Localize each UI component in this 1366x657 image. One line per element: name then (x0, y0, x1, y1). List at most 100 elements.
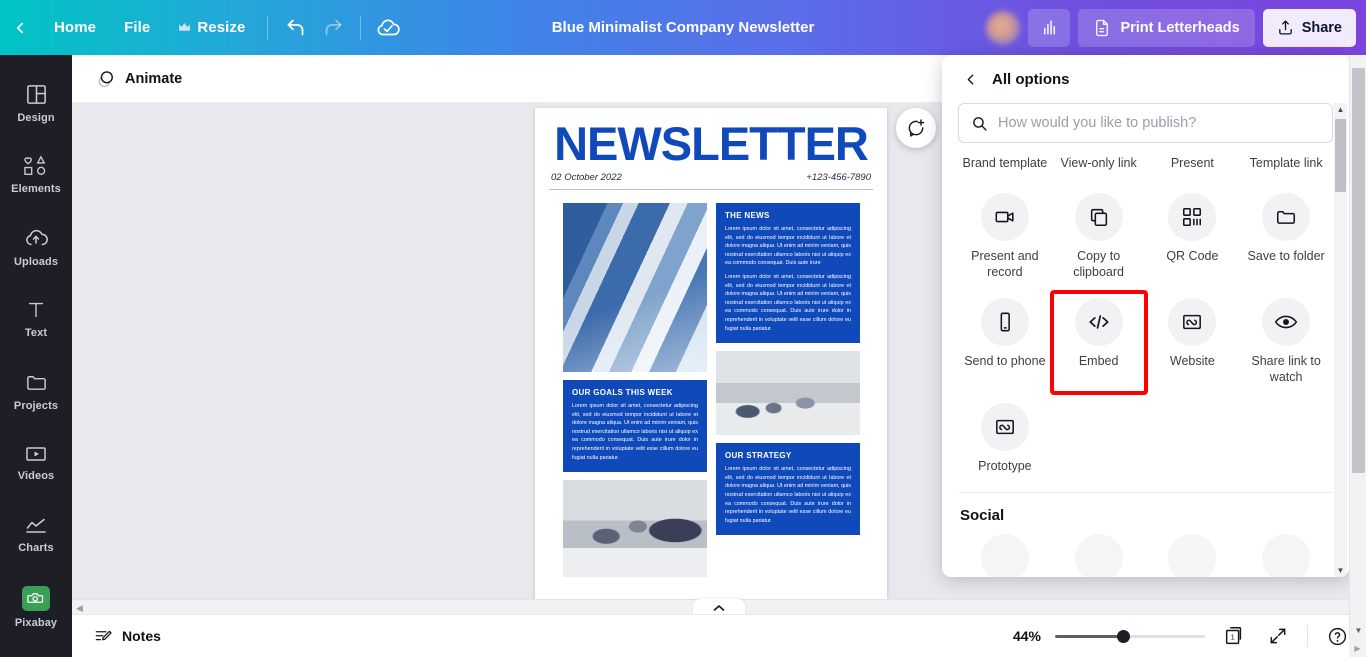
social-option-3[interactable] (1168, 534, 1217, 577)
mobile-phone-icon (1000, 312, 1010, 332)
animate-circles-icon (98, 70, 113, 87)
option-website[interactable]: Website (1146, 292, 1240, 393)
animate-label: Animate (125, 70, 183, 87)
newsletter-meta: 02 October 2022 +123-456-7890 (549, 172, 873, 183)
fullscreen-button[interactable] (1263, 621, 1293, 651)
add-comment-button[interactable] (896, 108, 936, 148)
option-present[interactable]: Present (1146, 155, 1240, 179)
sidebar-item-charts[interactable]: Charts (4, 501, 68, 569)
section-the-news-paragraph-2: Lorem ipsum dolor sit amet, consectetur … (725, 273, 851, 332)
sidebar-item-uploads[interactable]: Uploads (4, 213, 68, 281)
share-panel-scroll-thumb[interactable] (1335, 119, 1346, 192)
sidebar-item-videos[interactable]: Videos (4, 429, 68, 497)
sidebar-item-projects[interactable]: Projects (4, 357, 68, 425)
cloud-saved-button[interactable] (369, 9, 407, 47)
share-panel-scroll-up-arrow[interactable]: ▲ (1334, 103, 1347, 116)
section-the-news[interactable]: THE NEWS Lorem ipsum dolor sit amet, con… (716, 203, 860, 344)
partial-options-row: Brand template View-only link Present Te… (958, 155, 1333, 179)
scroll-left-arrow-icon[interactable]: ◀ (76, 603, 83, 614)
share-search-box[interactable] (958, 103, 1333, 143)
newsletter-page[interactable]: NEWSLETTER 02 October 2022 +123-456-7890… (535, 108, 887, 602)
share-panel-title: All options (992, 70, 1070, 88)
social-option-4[interactable] (1262, 534, 1311, 577)
share-panel-scroll-down-arrow[interactable]: ▼ (1334, 564, 1347, 577)
search-input[interactable] (998, 115, 1320, 131)
pixabay-camera-icon (22, 585, 50, 611)
share-panel-header: All options (942, 55, 1349, 103)
option-template-link[interactable]: Template link (1239, 155, 1333, 179)
home-button[interactable]: Home (40, 10, 110, 46)
avatar[interactable] (986, 10, 1021, 45)
option-website-label: Website (1169, 354, 1215, 368)
option-copy-to-clipboard-icon-wrap (1074, 193, 1123, 241)
print-letterheads-button[interactable]: Print Letterheads (1078, 8, 1255, 47)
top-toolbar: Home File Resize Blue Minimalist Company… (0, 0, 1366, 55)
section-our-goals[interactable]: OUR GOALS THIS WEEK Lorem ipsum dolor si… (563, 380, 707, 473)
glass-office-tower-photo[interactable] (563, 203, 707, 372)
option-website-icon-wrap (1168, 298, 1217, 346)
social-option-1[interactable] (980, 534, 1029, 577)
share-search-wrapper (942, 103, 1349, 155)
animate-button[interactable]: Animate (86, 62, 192, 96)
share-options-scroll-area[interactable]: Brand template View-only link Present Te… (942, 155, 1349, 577)
social-section-title: Social (960, 507, 1005, 524)
document-icon (1096, 19, 1109, 36)
option-view-only-link[interactable]: View-only link (1052, 155, 1146, 179)
share-panel-scrollbar[interactable]: ▲ ▼ (1334, 103, 1347, 577)
bottom-divider (1307, 625, 1308, 647)
option-save-to-folder-label: Save to folder (1247, 249, 1325, 263)
team-meeting-presentation-photo[interactable] (563, 480, 707, 578)
website-icon (1183, 314, 1202, 330)
window-vertical-scrollbar[interactable]: ▼ (1349, 55, 1366, 657)
insights-button[interactable] (1028, 8, 1071, 47)
print-letterheads-label: Print Letterheads (1120, 19, 1240, 36)
newsletter-right-column: THE NEWS Lorem ipsum dolor sit amet, con… (716, 203, 860, 577)
top-toolbar-right-group: Print Letterheads Share (986, 8, 1366, 47)
home-label: Home (54, 19, 97, 36)
zoom-slider-handle[interactable] (1117, 629, 1130, 643)
window-scroll-down-arrow[interactable]: ▼ (1350, 622, 1366, 639)
chevron-left-icon (16, 22, 24, 33)
cloud-upload-icon (26, 229, 48, 246)
resize-button[interactable]: Resize (164, 10, 259, 46)
zoom-slider-fill (1055, 634, 1123, 638)
file-menu-button[interactable]: File (110, 10, 164, 46)
share-button[interactable]: Share (1262, 8, 1356, 47)
help-button[interactable] (1322, 621, 1352, 651)
option-qr-code-label: QR Code (1166, 249, 1219, 263)
option-prototype[interactable]: Prototype (958, 397, 1052, 482)
section-our-strategy-heading: OUR STRATEGY (725, 451, 792, 461)
option-present-and-record[interactable]: Present and record (958, 187, 1052, 288)
svg-text:1: 1 (1231, 633, 1235, 642)
window-scroll-thumb[interactable] (1352, 68, 1365, 473)
social-option-2[interactable] (1074, 534, 1123, 577)
cloud-saved-icon (378, 19, 401, 35)
share-panel-back-button[interactable] (956, 65, 984, 93)
option-send-to-phone[interactable]: Send to phone (958, 292, 1052, 393)
sidebar-item-pixabay[interactable]: Pixabay (4, 573, 68, 641)
sidebar-item-text[interactable]: Text (4, 285, 68, 353)
zoom-slider[interactable] (1055, 628, 1205, 644)
sidebar-item-design[interactable]: Design (4, 69, 68, 137)
notes-button[interactable]: Notes (86, 620, 169, 652)
option-share-link-to-watch-icon-wrap (1262, 298, 1311, 346)
sidebar-item-elements[interactable]: Elements (4, 141, 68, 209)
upload-arrow-icon (1278, 20, 1292, 35)
option-save-to-folder[interactable]: Save to folder (1239, 187, 1333, 288)
redo-button[interactable] (314, 9, 352, 47)
option-copy-to-clipboard[interactable]: Copy to clipboard (1052, 187, 1146, 288)
left-sidebar: Design Elements Uploads Text Projects Vi… (0, 55, 72, 657)
team-standing-office-photo[interactable] (716, 351, 860, 436)
option-share-link-to-watch[interactable]: Share link to watch (1239, 292, 1333, 393)
undo-button[interactable] (276, 9, 314, 47)
sidebar-item-design-label: Design (17, 111, 55, 124)
back-button[interactable] (0, 0, 40, 55)
layout-grid-icon (26, 84, 46, 104)
copy-icon (1090, 208, 1107, 227)
page-manager-button[interactable]: 1 (1219, 621, 1249, 651)
option-qr-code[interactable]: QR Code (1146, 187, 1240, 288)
option-embed[interactable]: Embed (1049, 290, 1148, 395)
section-our-strategy[interactable]: OUR STRATEGY Lorem ipsum dolor sit amet,… (716, 443, 860, 536)
redo-arrow-icon (325, 19, 342, 36)
option-brand-template[interactable]: Brand template (958, 155, 1052, 179)
